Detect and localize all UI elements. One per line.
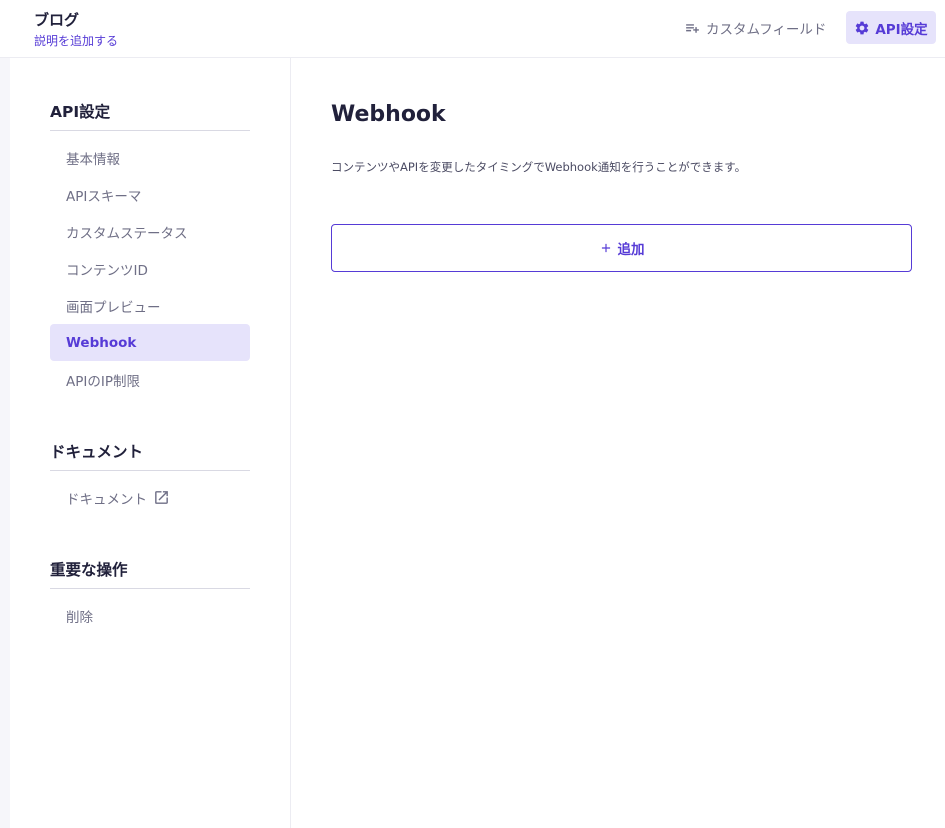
- api-settings-label: API設定: [875, 21, 928, 38]
- section-title-danger-zone: 重要な操作: [50, 561, 128, 579]
- sidebar-item-label: 画面プレビュー: [66, 299, 161, 316]
- page-description: コンテンツやAPIを変更したタイミングでWebhook通知を行うことができます。: [331, 160, 747, 174]
- section-title-documents: ドキュメント: [50, 443, 144, 461]
- sidebar-item-label: APIのIP制限: [66, 373, 140, 390]
- playlist-add-icon: [684, 20, 701, 37]
- sidebar-item-label: 基本情報: [66, 151, 120, 168]
- left-gutter: [0, 58, 10, 828]
- api-settings-button[interactable]: API設定: [846, 11, 936, 44]
- settings-sidebar: API設定 基本情報 APIスキーマ カスタムステータス コンテンツID 画面プ…: [10, 58, 291, 828]
- sidebar-item-screen-preview[interactable]: 画面プレビュー: [50, 287, 250, 324]
- sidebar-item-api-schema[interactable]: APIスキーマ: [50, 176, 250, 213]
- app-title: ブログ: [34, 11, 80, 29]
- custom-fields-button[interactable]: カスタムフィールド: [684, 18, 826, 38]
- sidebar-item-delete[interactable]: 削除: [50, 597, 250, 634]
- add-description-link[interactable]: 説明を追加する: [34, 32, 118, 49]
- sidebar-item-documents[interactable]: ドキュメント: [50, 479, 250, 516]
- page-title: Webhook: [331, 102, 446, 127]
- gear-icon: [854, 20, 870, 36]
- section-title-api-settings: API設定: [50, 103, 111, 121]
- sidebar-item-label: ドキュメント: [66, 491, 147, 508]
- sidebar-item-ip-restriction[interactable]: APIのIP制限: [50, 361, 250, 398]
- add-webhook-button[interactable]: 追加: [331, 224, 912, 272]
- sidebar-item-label: APIスキーマ: [66, 188, 142, 205]
- sidebar-item-label: 削除: [66, 609, 93, 626]
- sidebar-item-custom-status[interactable]: カスタムステータス: [50, 213, 250, 250]
- plus-icon: [599, 241, 613, 255]
- section-divider: [50, 588, 250, 589]
- sidebar-item-webhook[interactable]: Webhook: [50, 324, 250, 361]
- section-divider: [50, 130, 250, 131]
- external-link-icon: [153, 489, 170, 506]
- top-header: ブログ 説明を追加する カスタムフィールド API設定: [0, 0, 945, 58]
- sidebar-item-label: コンテンツID: [66, 262, 148, 279]
- sidebar-item-label: Webhook: [66, 334, 137, 351]
- sidebar-item-label: カスタムステータス: [66, 225, 188, 242]
- sidebar-item-basic-info[interactable]: 基本情報: [50, 139, 250, 176]
- custom-fields-label: カスタムフィールド: [706, 22, 827, 38]
- add-button-label: 追加: [617, 242, 645, 258]
- sidebar-item-content-id[interactable]: コンテンツID: [50, 250, 250, 287]
- main-content: Webhook コンテンツやAPIを変更したタイミングでWebhook通知を行う…: [291, 58, 945, 828]
- section-divider: [50, 470, 250, 471]
